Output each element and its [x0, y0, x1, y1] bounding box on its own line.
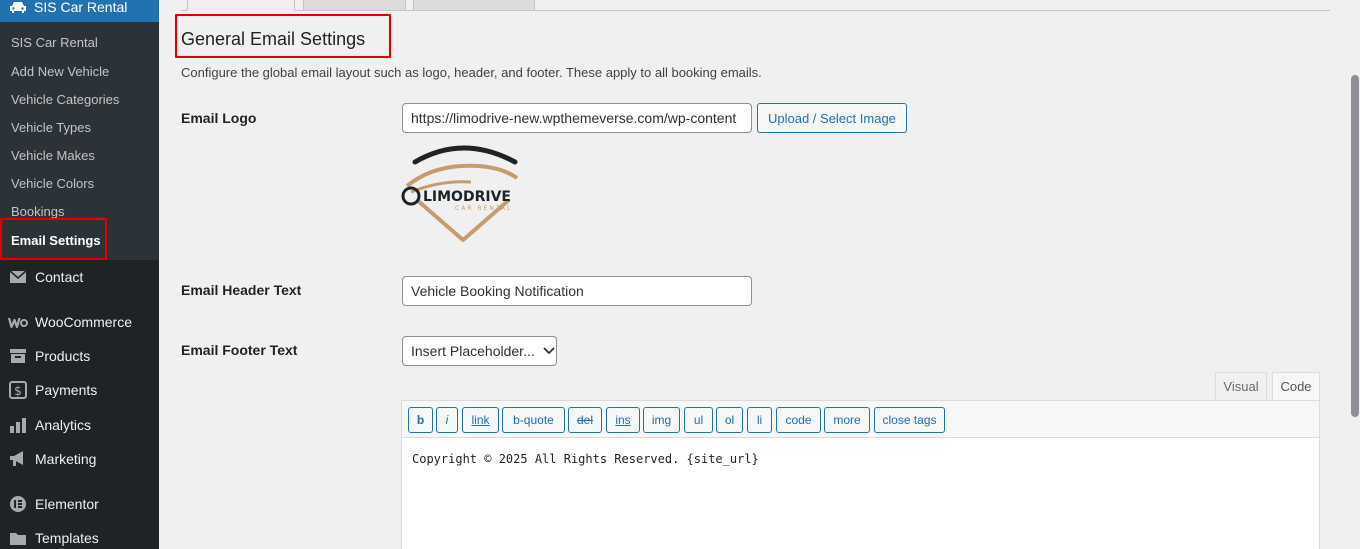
qt-bold-button[interactable]: b: [408, 407, 433, 433]
page-title: General Email Settings: [181, 29, 366, 49]
menu-marketing[interactable]: Marketing: [0, 444, 159, 474]
submenu-item-vehicle-colors[interactable]: Vehicle Colors: [11, 176, 94, 191]
scrollbar-thumb[interactable]: [1351, 75, 1359, 417]
archive-icon: [8, 346, 28, 366]
page-description: Configure the global email layout such a…: [181, 65, 762, 80]
menu-templates[interactable]: Templates: [0, 523, 159, 549]
menu-label: Elementor: [35, 496, 99, 512]
submenu-item-add-new-vehicle[interactable]: Add New Vehicle: [11, 64, 109, 79]
menu-label: Analytics: [35, 417, 92, 433]
menu-contact[interactable]: Contact: [0, 262, 159, 292]
submenu-item-bookings[interactable]: Bookings: [11, 204, 64, 219]
menu-sis-car-rental[interactable]: SIS Car Rental: [0, 0, 159, 22]
qt-ol-button[interactable]: ol: [716, 407, 743, 433]
qt-li-button[interactable]: li: [747, 407, 772, 433]
insert-placeholder-select[interactable]: Insert Placeholder...: [402, 336, 557, 366]
tab-visual[interactable]: Visual: [1215, 372, 1267, 401]
tab-code[interactable]: Code: [1272, 372, 1320, 401]
logo-title-text: LIMODRIVE: [423, 189, 511, 205]
menu-analytics[interactable]: Analytics: [0, 410, 159, 440]
menu-woocommerce[interactable]: WooCommerce: [0, 307, 159, 337]
page-scrollbar[interactable]: [1350, 0, 1360, 549]
qt-link-button[interactable]: link: [462, 407, 499, 433]
car-icon: [8, 0, 28, 17]
menu-label: SIS Car Rental: [34, 0, 128, 15]
email-footer-editor[interactable]: Copyright © 2025 All Rights Reserved. {s…: [401, 437, 1320, 549]
mail-icon: [8, 267, 28, 287]
select-value: Insert Placeholder...: [411, 343, 535, 359]
admin-sidebar: SIS Car Rental SIS Car Rental Add New Ve…: [0, 0, 159, 549]
submenu-item-vehicle-categories[interactable]: Vehicle Categories: [11, 92, 119, 107]
dollar-icon: $: [8, 380, 28, 400]
qt-italic-button[interactable]: i: [436, 407, 458, 433]
folder-icon: [8, 528, 28, 548]
email-header-label: Email Header Text: [181, 282, 302, 298]
submenu-sis-car-rental: SIS Car Rental Add New Vehicle Vehicle C…: [0, 22, 159, 260]
submenu-item-vehicle-types[interactable]: Vehicle Types: [11, 120, 91, 135]
email-header-input[interactable]: Vehicle Booking Notification: [402, 276, 752, 306]
elementor-icon: [8, 494, 28, 514]
qt-img-button[interactable]: img: [643, 407, 680, 433]
menu-label: Payments: [35, 382, 98, 398]
tab-general[interactable]: [187, 0, 295, 11]
menu-label: Marketing: [35, 451, 97, 467]
menu-elementor[interactable]: Elementor: [0, 489, 159, 519]
tab-second[interactable]: [303, 0, 406, 11]
upload-select-image-button[interactable]: Upload / Select Image: [757, 103, 907, 133]
qt-code-button[interactable]: code: [776, 407, 821, 433]
qt-close-tags-button[interactable]: close tags: [874, 407, 945, 433]
submenu-item-email-settings[interactable]: Email Settings: [11, 233, 101, 248]
tab-third[interactable]: [413, 0, 535, 11]
svg-text:$: $: [14, 384, 22, 398]
menu-label: Products: [35, 348, 91, 364]
logo-subtitle-text: CAR RENTAL: [455, 205, 512, 212]
email-logo-label: Email Logo: [181, 110, 257, 126]
submenu-item-sis-car-rental[interactable]: SIS Car Rental: [11, 35, 98, 50]
qt-more-button[interactable]: more: [824, 407, 870, 433]
menu-label: Templates: [35, 530, 99, 546]
submenu-item-vehicle-makes[interactable]: Vehicle Makes: [11, 148, 95, 163]
qt-ins-button[interactable]: ins: [606, 407, 640, 433]
woocommerce-icon: [8, 312, 28, 332]
logo-preview: LIMODRIVE CAR RENTAL: [401, 140, 529, 244]
menu-label: Contact: [35, 269, 84, 285]
menu-label: WooCommerce: [35, 314, 132, 330]
menu-products[interactable]: Products: [0, 341, 159, 371]
qt-ul-button[interactable]: ul: [684, 407, 713, 433]
megaphone-icon: [8, 449, 28, 469]
quicktags-toolbar: b i link b-quote del ins img ul ol li co…: [401, 400, 1320, 438]
qt-del-button[interactable]: del: [568, 407, 602, 433]
email-logo-url-input[interactable]: https://limodrive-new.wpthemeverse.com/w…: [402, 103, 752, 133]
qt-bquote-button[interactable]: b-quote: [502, 407, 565, 433]
menu-payments[interactable]: $ Payments: [0, 375, 159, 405]
bar-chart-icon: [8, 415, 28, 435]
email-footer-label: Email Footer Text: [181, 342, 298, 358]
chevron-down-icon: [543, 347, 555, 355]
